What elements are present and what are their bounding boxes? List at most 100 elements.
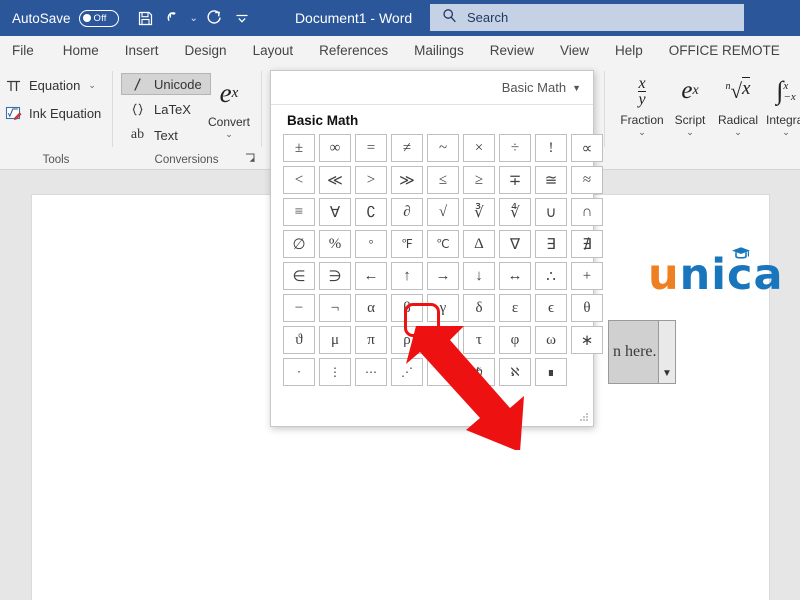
resize-grip-icon[interactable] bbox=[579, 413, 587, 421]
symbol-cell-gamma[interactable]: γ bbox=[427, 294, 459, 322]
convert-dropdown-icon[interactable]: ⌄ bbox=[201, 129, 257, 140]
ink-equation-button-label[interactable]: Ink Equation bbox=[29, 106, 101, 121]
symbol-cell[interactable]: × bbox=[463, 134, 495, 162]
symbol-cell[interactable]: ω bbox=[535, 326, 567, 354]
symbol-cell[interactable]: ° bbox=[355, 230, 387, 258]
symbol-cell[interactable]: ∜ bbox=[499, 198, 531, 226]
symbol-cell[interactable]: ∄ bbox=[571, 230, 603, 258]
tab-design[interactable]: Design bbox=[172, 36, 240, 65]
symbol-cell[interactable]: ∂ bbox=[391, 198, 423, 226]
symbol-set-selector-label[interactable]: Basic Math bbox=[502, 80, 566, 95]
dialog-launcher-icon[interactable] bbox=[245, 153, 256, 167]
symbol-cell[interactable]: ∇ bbox=[499, 230, 531, 258]
symbol-cell[interactable]: ≤ bbox=[427, 166, 459, 194]
symbol-cell[interactable]: + bbox=[571, 262, 603, 290]
tab-file[interactable]: File bbox=[0, 36, 50, 65]
symbol-cell[interactable]: ⋮ bbox=[319, 358, 351, 386]
symbol-cell[interactable]: θ bbox=[571, 294, 603, 322]
symbol-cell[interactable]: σ bbox=[427, 326, 459, 354]
search-input[interactable]: Search bbox=[430, 4, 744, 31]
symbol-cell[interactable]: ↔ bbox=[499, 262, 531, 290]
symbol-cell[interactable]: ∴ bbox=[535, 262, 567, 290]
save-icon[interactable] bbox=[133, 5, 159, 31]
symbol-cell[interactable]: √ bbox=[427, 198, 459, 226]
tab-insert[interactable]: Insert bbox=[112, 36, 172, 65]
symbol-cell[interactable]: ≠ bbox=[391, 134, 423, 162]
symbol-cell[interactable]: ∈ bbox=[283, 262, 315, 290]
symbol-cell[interactable]: Δ bbox=[463, 230, 495, 258]
text-button[interactable]: ab Text bbox=[121, 124, 187, 146]
tab-mailings[interactable]: Mailings bbox=[401, 36, 477, 65]
tab-references[interactable]: References bbox=[306, 36, 401, 65]
undo-icon[interactable] bbox=[161, 5, 187, 31]
symbol-cell[interactable]: ∞ bbox=[319, 134, 351, 162]
tab-help[interactable]: Help bbox=[602, 36, 656, 65]
symbol-cell[interactable]: ~ bbox=[427, 134, 459, 162]
symbol-cell[interactable]: ← bbox=[355, 262, 387, 290]
symbol-cell[interactable]: ρ bbox=[391, 326, 423, 354]
symbol-cell[interactable]: ℃ bbox=[427, 230, 459, 258]
symbol-cell[interactable]: ε bbox=[499, 294, 531, 322]
equation-dropdown-icon[interactable]: ⌄ bbox=[88, 80, 96, 91]
autosave-toggle[interactable]: Off bbox=[79, 10, 119, 27]
symbol-cell[interactable]: ↓ bbox=[463, 262, 495, 290]
symbol-cell[interactable]: > bbox=[355, 166, 387, 194]
symbol-cell[interactable]: ℉ bbox=[391, 230, 423, 258]
symbol-cell[interactable]: ℏ bbox=[463, 358, 495, 386]
symbol-cell[interactable]: ϵ bbox=[535, 294, 567, 322]
symbol-cell[interactable]: ≪ bbox=[319, 166, 351, 194]
latex-button[interactable]: LaTeX bbox=[121, 99, 200, 121]
symbol-cell[interactable]: ≡ bbox=[283, 198, 315, 226]
symbol-cell[interactable]: ⋱ bbox=[427, 358, 459, 386]
symbol-cell[interactable]: < bbox=[283, 166, 315, 194]
symbol-cell[interactable]: μ bbox=[319, 326, 351, 354]
symbol-cell[interactable]: ∩ bbox=[571, 198, 603, 226]
symbol-cell[interactable]: ∅ bbox=[283, 230, 315, 258]
integral-button[interactable]: ∫x−x Integral ⌄ bbox=[758, 69, 800, 138]
symbol-cell[interactable]: π bbox=[355, 326, 387, 354]
symbol-cell[interactable]: ÷ bbox=[499, 134, 531, 162]
tab-review[interactable]: Review bbox=[477, 36, 547, 65]
symbol-cell[interactable]: % bbox=[319, 230, 351, 258]
symbol-cell[interactable]: ≈ bbox=[571, 166, 603, 194]
convert-button[interactable]: ex Convert ⌄ bbox=[201, 71, 257, 140]
equation-placeholder-field[interactable]: n here. ▼ bbox=[608, 320, 676, 384]
symbol-cell[interactable]: ∓ bbox=[499, 166, 531, 194]
unicode-toggle-button[interactable]: Unicode bbox=[121, 73, 211, 95]
tab-layout[interactable]: Layout bbox=[240, 36, 307, 65]
symbol-cell[interactable]: ∪ bbox=[535, 198, 567, 226]
symbol-cell[interactable]: ∎ bbox=[535, 358, 567, 386]
symbol-cell[interactable]: ↑ bbox=[391, 262, 423, 290]
symbol-cell[interactable]: ∛ bbox=[463, 198, 495, 226]
customize-quick-access-icon[interactable] bbox=[229, 5, 255, 31]
redo-icon[interactable] bbox=[201, 5, 227, 31]
equation-button-label[interactable]: Equation bbox=[29, 78, 80, 93]
symbol-cell[interactable]: δ bbox=[463, 294, 495, 322]
tab-office-remote[interactable]: OFFICE REMOTE bbox=[656, 36, 793, 65]
symbol-cell[interactable]: ≫ bbox=[391, 166, 423, 194]
equation-field-dropdown[interactable]: ▼ bbox=[658, 321, 675, 383]
symbol-cell[interactable]: ∀ bbox=[319, 198, 351, 226]
symbol-cell[interactable]: ⋰ bbox=[391, 358, 423, 386]
symbol-cell[interactable]: ≥ bbox=[463, 166, 495, 194]
symbol-cell[interactable]: ¬ bbox=[319, 294, 351, 322]
symbol-cell[interactable]: ∁ bbox=[355, 198, 387, 226]
undo-dropdown-icon[interactable]: ⌄ bbox=[189, 13, 199, 24]
symbol-cell[interactable]: ⋅ bbox=[283, 358, 315, 386]
symbol-cell[interactable]: ∋ bbox=[319, 262, 351, 290]
tab-view[interactable]: View bbox=[547, 36, 602, 65]
integral-dropdown-icon[interactable]: ⌄ bbox=[758, 127, 800, 138]
symbol-cell[interactable]: − bbox=[283, 294, 315, 322]
symbol-cell[interactable]: → bbox=[427, 262, 459, 290]
symbol-cell[interactable]: β bbox=[391, 294, 423, 322]
symbol-cell[interactable]: ∝ bbox=[571, 134, 603, 162]
chevron-down-icon[interactable]: ▼ bbox=[572, 83, 581, 93]
symbol-cell[interactable]: φ bbox=[499, 326, 531, 354]
symbol-cell[interactable]: ∃ bbox=[535, 230, 567, 258]
symbol-cell[interactable]: α bbox=[355, 294, 387, 322]
symbol-cell[interactable]: ⋯ bbox=[355, 358, 387, 386]
symbol-cell[interactable]: ∗ bbox=[571, 326, 603, 354]
tab-home[interactable]: Home bbox=[50, 36, 112, 65]
symbol-cell[interactable]: = bbox=[355, 134, 387, 162]
symbol-cell[interactable]: τ bbox=[463, 326, 495, 354]
